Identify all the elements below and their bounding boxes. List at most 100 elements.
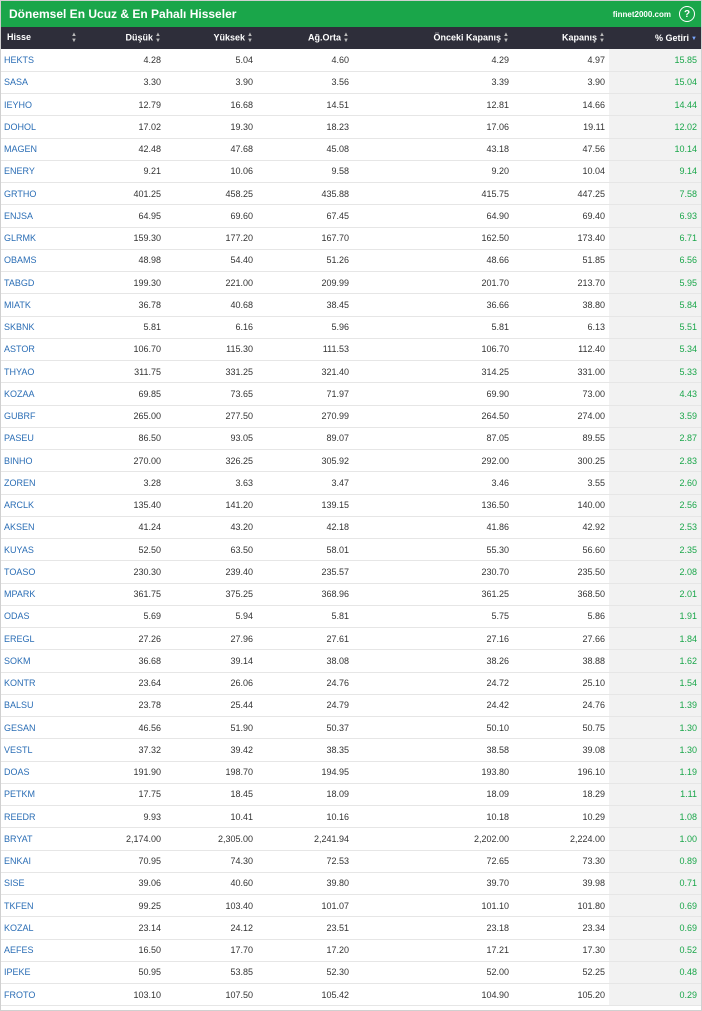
cell-symbol[interactable]: BALSU bbox=[1, 694, 81, 716]
site-link[interactable]: finnet2000.com bbox=[613, 10, 671, 19]
table-row[interactable]: AKSEN 41.24 43.20 42.18 41.86 42.92 2.53 bbox=[1, 516, 701, 539]
column-header-getiri[interactable]: % Getiri ▼ bbox=[609, 27, 701, 49]
table-row[interactable]: TABGD 199.30 221.00 209.99 201.70 213.70 5.95 bbox=[1, 271, 701, 294]
table-row[interactable]: BALSU 23.78 25.44 24.79 24.42 24.76 1.39 bbox=[1, 694, 701, 717]
table-row[interactable]: ODAS 5.69 5.94 5.81 5.75 5.86 1.91 bbox=[1, 605, 701, 628]
cell-symbol[interactable]: KOZAA bbox=[1, 383, 81, 405]
cell-return: 12.02 bbox=[609, 115, 701, 138]
table-row[interactable]: ENJSA 64.95 69.60 67.45 64.90 69.40 6.93 bbox=[1, 204, 701, 227]
table-row[interactable]: ENKAI 70.95 74.30 72.53 72.65 73.30 0.89 bbox=[1, 850, 701, 873]
table-row[interactable]: BRYAT 2,174.00 2,305.00 2,241.94 2,202.00 2,2… bbox=[1, 827, 701, 850]
cell-symbol[interactable]: KUYAS bbox=[1, 539, 81, 561]
cell-symbol[interactable]: MAGEN bbox=[1, 138, 81, 160]
cell-symbol[interactable]: IPEKE bbox=[1, 961, 81, 983]
cell-symbol[interactable]: TABGD bbox=[1, 272, 81, 294]
table-row[interactable]: GLRMK 159.30 177.20 167.70 162.50 173.40 6.71 bbox=[1, 227, 701, 250]
cell-symbol[interactable]: TOASO bbox=[1, 561, 81, 583]
cell-symbol[interactable]: DOAS bbox=[1, 761, 81, 783]
cell-symbol[interactable]: PETKM bbox=[1, 783, 81, 805]
cell-high: 331.25 bbox=[225, 366, 253, 377]
cell-symbol[interactable]: DOHOL bbox=[1, 116, 81, 138]
cell-symbol[interactable]: VESTL bbox=[1, 739, 81, 761]
table-row[interactable]: REEDR 9.93 10.41 10.16 10.18 10.29 1.08 bbox=[1, 805, 701, 828]
table-row[interactable]: AEFES 16.50 17.70 17.20 17.21 17.30 0.52 bbox=[1, 939, 701, 962]
cell-symbol[interactable]: SKBNK bbox=[1, 316, 81, 338]
table-row[interactable]: ASTOR 106.70 115.30 111.53 106.70 112.40 5.34 bbox=[1, 338, 701, 361]
table-row[interactable]: DOHOL 17.02 19.30 18.23 17.06 19.11 12.02 bbox=[1, 115, 701, 138]
table-row[interactable]: OBAMS 48.98 54.40 51.26 48.66 51.85 6.56 bbox=[1, 249, 701, 272]
table-row[interactable]: KOZAA 69.85 73.65 71.97 69.90 73.00 4.43 bbox=[1, 382, 701, 405]
table-row[interactable]: FROTO 103.10 107.50 105.42 104.90 105.20 0.29 bbox=[1, 983, 701, 1006]
cell-close: 368.50 bbox=[577, 589, 605, 600]
cell-symbol[interactable]: PASEU bbox=[1, 427, 81, 449]
table-row[interactable]: SKBNK 5.81 6.16 5.96 5.81 6.13 5.51 bbox=[1, 316, 701, 339]
cell-symbol[interactable]: SOKM bbox=[1, 650, 81, 672]
table-row[interactable]: TKFEN 99.25 103.40 101.07 101.10 101.80 0.69 bbox=[1, 894, 701, 917]
table-row[interactable]: GUBRF 265.00 277.50 270.99 264.50 274.00 3.59 bbox=[1, 405, 701, 428]
table-row[interactable]: KOZAL 23.14 24.12 23.51 23.18 23.34 0.69 bbox=[1, 916, 701, 939]
cell-symbol[interactable]: ZOREN bbox=[1, 472, 81, 494]
cell-symbol[interactable]: ASTOR bbox=[1, 338, 81, 360]
table-row[interactable]: MAGEN 42.48 47.68 45.08 43.18 47.56 10.14 bbox=[1, 138, 701, 161]
table-row[interactable]: PETKM 17.75 18.45 18.09 18.09 18.29 1.11 bbox=[1, 783, 701, 806]
table-row[interactable]: THYAO 311.75 331.25 321.40 314.25 331.00 5.33 bbox=[1, 360, 701, 383]
cell-symbol[interactable]: ARCLK bbox=[1, 494, 81, 516]
table-row[interactable]: IEYHO 12.79 16.68 14.51 12.81 14.66 14.44 bbox=[1, 93, 701, 116]
cell-symbol[interactable]: HEKTS bbox=[1, 49, 81, 71]
cell-symbol[interactable]: BRYAT bbox=[1, 828, 81, 850]
table-row[interactable]: SASA 3.30 3.90 3.56 3.39 3.90 15.04 bbox=[1, 71, 701, 94]
table-row[interactable]: ARCLK 135.40 141.20 139.15 136.50 140.00 2.56 bbox=[1, 494, 701, 517]
table-row[interactable]: EREGL 27.26 27.96 27.61 27.16 27.66 1.84 bbox=[1, 627, 701, 650]
column-header-kapanis[interactable]: Kapanış ▲ ▼ bbox=[513, 27, 609, 49]
table-row[interactable]: VESTL 37.32 39.42 38.35 38.58 39.08 1.30 bbox=[1, 738, 701, 761]
cell-symbol[interactable]: ENERY bbox=[1, 160, 81, 182]
cell-symbol[interactable]: BINHO bbox=[1, 450, 81, 472]
table-row[interactable]: SISE 39.06 40.60 39.80 39.70 39.98 0.71 bbox=[1, 872, 701, 895]
cell-symbol[interactable]: FROTO bbox=[1, 984, 81, 1006]
cell-close: 23.34 bbox=[582, 922, 605, 933]
table-row[interactable]: GESAN 46.56 51.90 50.37 50.10 50.75 1.30 bbox=[1, 716, 701, 739]
column-header-ag-orta[interactable]: Ağ.Orta ▲ ▼ bbox=[257, 27, 353, 49]
cell-symbol[interactable]: GUBRF bbox=[1, 405, 81, 427]
cell-symbol[interactable]: AKSEN bbox=[1, 516, 81, 538]
cell-symbol[interactable]: MIATK bbox=[1, 294, 81, 316]
cell-symbol[interactable]: AEFES bbox=[1, 939, 81, 961]
table-row[interactable]: PASEU 86.50 93.05 89.07 87.05 89.55 2.87 bbox=[1, 427, 701, 450]
cell-symbol[interactable]: SISE bbox=[1, 872, 81, 894]
table-row[interactable]: HEKTS 4.28 5.04 4.60 4.29 4.97 15.85 bbox=[1, 49, 701, 72]
cell-symbol[interactable]: SASA bbox=[1, 71, 81, 93]
cell-symbol[interactable]: EREGL bbox=[1, 628, 81, 650]
column-header-onceki-kapanis[interactable]: Önceki Kapanış ▲ ▼ bbox=[353, 27, 513, 49]
table-row[interactable]: ZOREN 3.28 3.63 3.47 3.46 3.55 2.60 bbox=[1, 471, 701, 494]
table-row[interactable]: MIATK 36.78 40.68 38.45 36.66 38.80 5.84 bbox=[1, 293, 701, 316]
cell-symbol[interactable]: OBAMS bbox=[1, 249, 81, 271]
table-row[interactable]: MPARK 361.75 375.25 368.96 361.25 368.50 2.01 bbox=[1, 583, 701, 606]
cell-symbol[interactable]: GESAN bbox=[1, 717, 81, 739]
cell-symbol[interactable]: TKFEN bbox=[1, 895, 81, 917]
help-icon[interactable]: ? bbox=[679, 6, 695, 22]
column-header-yuksek[interactable]: Yüksek ▲ ▼ bbox=[165, 27, 257, 49]
cell-symbol[interactable]: ENKAI bbox=[1, 850, 81, 872]
column-header-hisse[interactable]: Hisse ▲ ▼ bbox=[1, 27, 81, 49]
cell-symbol[interactable]: MPARK bbox=[1, 583, 81, 605]
table-row[interactable]: TOASO 230.30 239.40 235.57 230.70 235.50 2.08 bbox=[1, 560, 701, 583]
table-row[interactable]: ENERY 9.21 10.06 9.58 9.20 10.04 9.14 bbox=[1, 160, 701, 183]
column-header-dusuk[interactable]: Düşük ▲ ▼ bbox=[81, 27, 165, 49]
cell-symbol[interactable]: KOZAL bbox=[1, 917, 81, 939]
table-row[interactable]: SOKM 36.68 39.14 38.08 38.26 38.88 1.62 bbox=[1, 649, 701, 672]
cell-symbol[interactable]: KONTR bbox=[1, 672, 81, 694]
cell-symbol[interactable]: REEDR bbox=[1, 806, 81, 828]
table-row[interactable]: KUYAS 52.50 63.50 58.01 55.30 56.60 2.35 bbox=[1, 538, 701, 561]
cell-symbol[interactable]: GLRMK bbox=[1, 227, 81, 249]
table-row[interactable]: BINHO 270.00 326.25 305.92 292.00 300.25 2.83 bbox=[1, 449, 701, 472]
cell-symbol[interactable]: ENJSA bbox=[1, 205, 81, 227]
cell-symbol[interactable]: THYAO bbox=[1, 361, 81, 383]
table-row[interactable]: DOAS 191.90 198.70 194.95 193.80 196.10 1.19 bbox=[1, 761, 701, 784]
cell-avg: 39.80 bbox=[326, 878, 349, 889]
table-row[interactable]: IPEKE 50.95 53.85 52.30 52.00 52.25 0.48 bbox=[1, 961, 701, 984]
cell-symbol[interactable]: GRTHO bbox=[1, 183, 81, 205]
cell-symbol[interactable]: IEYHO bbox=[1, 94, 81, 116]
table-row[interactable]: KONTR 23.64 26.06 24.76 24.72 25.10 1.54 bbox=[1, 672, 701, 695]
cell-symbol[interactable]: ODAS bbox=[1, 605, 81, 627]
table-row[interactable]: GRTHO 401.25 458.25 435.88 415.75 447.25 7.58 bbox=[1, 182, 701, 205]
